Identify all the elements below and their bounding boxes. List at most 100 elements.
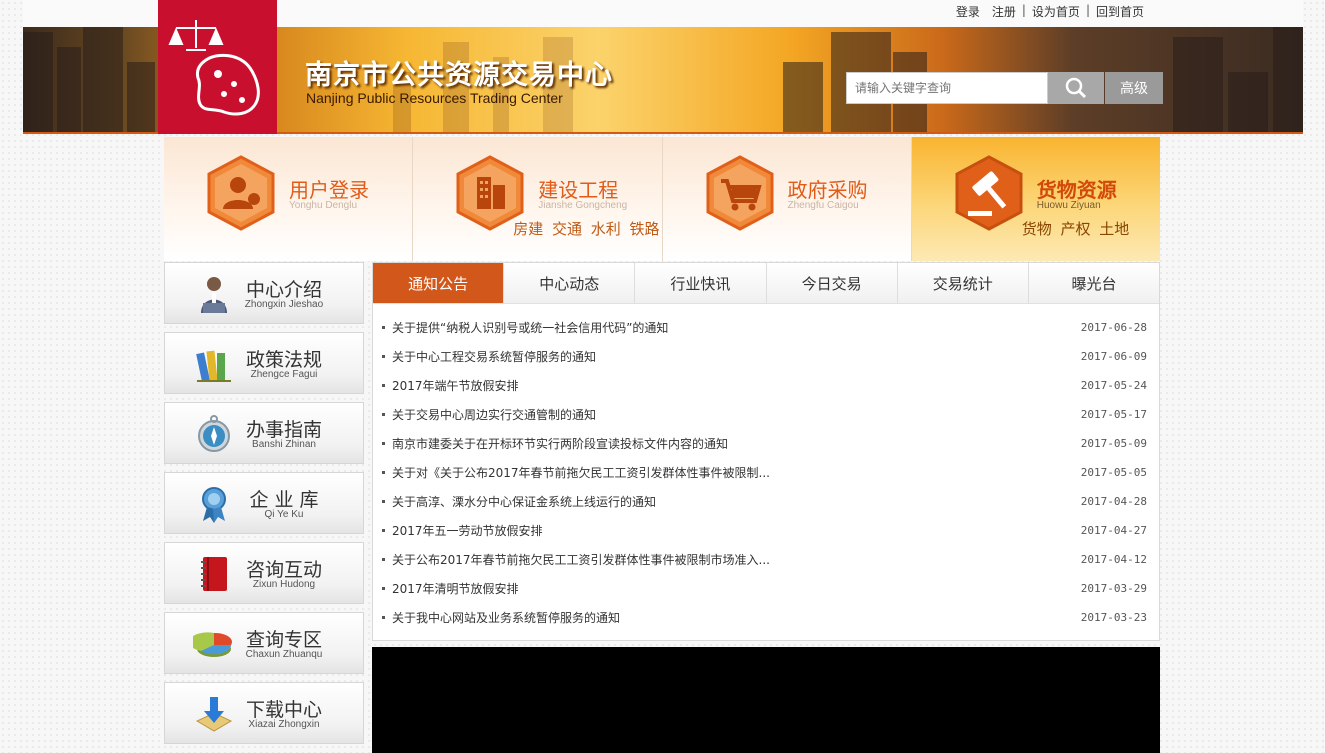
download-icon (195, 697, 233, 732)
menu-item-download[interactable]: 下载中心 Xiazai Zhongxin (164, 682, 364, 744)
list-item: 关于我中心网站及业务系统暂停服务的通知 2017-03-23 (373, 603, 1159, 632)
bullet (382, 326, 385, 329)
news-date: 2017-06-09 (1080, 350, 1147, 363)
lion-scale-logo-icon (168, 20, 260, 116)
tab-announcements[interactable]: 通知公告 (373, 263, 505, 303)
menu-title: 咨询互动 (245, 559, 322, 581)
search-icon (1065, 77, 1087, 99)
category-title: 政府采购 (787, 178, 868, 202)
pie-chart-icon (193, 632, 232, 657)
category-title: 建设工程 (538, 178, 619, 202)
list-item: 关于公布2017年春节前拖欠民工工资引发群体性事件被限制市场准入... 2017-… (373, 545, 1159, 574)
bullet (382, 587, 385, 590)
left-menu: 中心介绍 Zhongxin Jieshao 政策法规 Zhengce Fagui… (164, 262, 364, 752)
category-tags[interactable]: 房建 交通 水利 铁路 (513, 218, 659, 239)
menu-title: 中心介绍 (245, 279, 322, 301)
shopping-cart-icon (706, 155, 773, 231)
category-pinyin: Yonghu Denglu (289, 200, 358, 211)
tab-trade-stats[interactable]: 交易统计 (897, 263, 1029, 303)
news-link[interactable]: 关于高淳、溧水分中心保证金系统上线运行的通知 (392, 493, 1081, 510)
menu-pinyin: Qi Ye Ku (264, 509, 304, 520)
user-login-icon (207, 155, 275, 231)
menu-pinyin: Zhengce Fagui (250, 369, 318, 380)
tab-center-news[interactable]: 中心动态 (504, 263, 636, 303)
news-link[interactable]: 关于提供“纳税人识别号或统一社会信用代码”的通知 (392, 319, 1081, 336)
news-date: 2017-05-05 (1080, 466, 1147, 479)
menu-item-policy[interactable]: 政策法规 Zhengce Fagui (164, 332, 364, 394)
news-date: 2017-05-17 (1080, 408, 1147, 421)
news-date: 2017-04-27 (1080, 524, 1147, 537)
news-date: 2017-06-28 (1080, 321, 1147, 334)
advanced-search-button[interactable]: 高级 (1105, 72, 1163, 104)
menu-title: 下载中心 (245, 699, 322, 721)
menu-title: 查询专区 (245, 629, 322, 651)
menu-item-consult[interactable]: 咨询互动 Zixun Hudong (164, 542, 364, 604)
list-item: 2017年五一劳动节放假安排 2017-04-27 (373, 516, 1159, 545)
bullet (382, 616, 385, 619)
bullet (382, 500, 385, 503)
media-area (372, 647, 1160, 753)
news-link[interactable]: 关于中心工程交易系统暂停服务的通知 (392, 348, 1081, 365)
category-tags[interactable]: 货物 产权 土地 (1022, 218, 1130, 239)
award-icon (202, 487, 226, 523)
news-link[interactable]: 关于公布2017年春节前拖欠民工工资引发群体性事件被限制市场准入... (392, 551, 1081, 568)
list-item: 关于高淳、溧水分中心保证金系统上线运行的通知 2017-04-28 (373, 487, 1159, 516)
category-title: 货物资源 (1036, 178, 1117, 202)
search-input[interactable] (846, 72, 1048, 104)
list-item: 2017年清明节放假安排 2017-03-29 (373, 574, 1159, 603)
set-home-link[interactable]: 设为首页 (1026, 3, 1086, 20)
menu-pinyin: Zhongxin Jieshao (244, 299, 324, 310)
category-title: 用户登录 (289, 178, 369, 202)
news-date: 2017-04-12 (1080, 553, 1147, 566)
news-link[interactable]: 关于对《关于公布2017年春节前拖欠民工工资引发群体性事件被限制... (392, 464, 1081, 481)
tab-exposure[interactable]: 曝光台 (1028, 263, 1160, 303)
bullet (382, 413, 385, 416)
bullet (382, 384, 385, 387)
menu-pinyin: Banshi Zhinan (252, 439, 316, 450)
books-icon (196, 350, 231, 382)
search-button[interactable] (1048, 72, 1104, 104)
site-title: 南京市公共资源交易中心 (305, 60, 613, 91)
category-procurement[interactable]: 政府采购 Zhengfu Caigou (662, 137, 912, 261)
login-link[interactable]: 登录 (950, 3, 986, 20)
register-link[interactable]: 注册 (986, 3, 1022, 20)
category-row: 用户登录 Yonghu Denglu 建设工程 Jianshe Gongchen… (164, 137, 1160, 261)
notice-tabs: 通知公告 中心动态 行业快讯 今日交易 交易统计 曝光台 (373, 263, 1160, 304)
category-pinyin: Huowu Ziyuan (1036, 200, 1101, 211)
list-item: 关于交易中心周边实行交通管制的通知 2017-05-17 (373, 400, 1159, 429)
news-link[interactable]: 关于交易中心周边实行交通管制的通知 (392, 406, 1081, 423)
menu-item-enterprise-db[interactable]: 企 业 库 Qi Ye Ku (164, 472, 364, 534)
site-logo[interactable] (158, 0, 277, 134)
category-construction[interactable]: 建设工程 Jianshe Gongcheng 房建 交通 水利 铁路 (413, 137, 663, 261)
menu-title: 政策法规 (245, 349, 322, 371)
news-link[interactable]: 2017年清明节放假安排 (392, 580, 1081, 597)
news-date: 2017-03-29 (1080, 582, 1147, 595)
menu-item-guide[interactable]: 办事指南 Banshi Zhinan (164, 402, 364, 464)
list-item: 关于对《关于公布2017年春节前拖欠民工工资引发群体性事件被限制... 2017-… (373, 458, 1159, 487)
list-item: 关于中心工程交易系统暂停服务的通知 2017-06-09 (373, 342, 1159, 371)
news-date: 2017-05-09 (1080, 437, 1147, 450)
tab-industry-news[interactable]: 行业快讯 (635, 263, 767, 303)
news-date: 2017-05-24 (1080, 379, 1147, 392)
news-list: 关于提供“纳税人识别号或统一社会信用代码”的通知 2017-06-28 关于中心工… (373, 304, 1159, 632)
gavel-icon (955, 155, 1023, 231)
category-user-login[interactable]: 用户登录 Yonghu Denglu (164, 137, 414, 261)
list-item: 关于提供“纳税人识别号或统一社会信用代码”的通知 2017-06-28 (373, 313, 1159, 342)
back-home-link[interactable]: 回到首页 (1090, 3, 1150, 20)
news-link[interactable]: 关于我中心网站及业务系统暂停服务的通知 (392, 609, 1081, 626)
menu-pinyin: Zixun Hudong (252, 579, 316, 590)
menu-item-query[interactable]: 查询专区 Chaxun Zhuanqu (164, 612, 364, 674)
news-link[interactable]: 2017年端午节放假安排 (392, 377, 1081, 394)
menu-pinyin: Chaxun Zhuanqu (245, 649, 323, 660)
bullet (382, 355, 385, 358)
news-link[interactable]: 南京市建委关于在开标环节实行两阶段宣读投标文件内容的通知 (392, 435, 1081, 452)
menu-title: 办事指南 (245, 419, 322, 441)
menu-pinyin: Xiazai Zhongxin (248, 719, 320, 730)
news-link[interactable]: 2017年五一劳动节放假安排 (392, 522, 1081, 539)
category-goods-resources[interactable]: 货物资源 Huowu Ziyuan 货物 产权 土地 (911, 137, 1160, 261)
top-links: 登录 注册 | 设为首页 | 回到首页 (950, 3, 1150, 20)
menu-item-center-intro[interactable]: 中心介绍 Zhongxin Jieshao (164, 262, 364, 324)
tab-today-trades[interactable]: 今日交易 (766, 263, 898, 303)
category-pinyin: Jianshe Gongcheng (538, 200, 628, 211)
list-item: 2017年端午节放假安排 2017-05-24 (373, 371, 1159, 400)
